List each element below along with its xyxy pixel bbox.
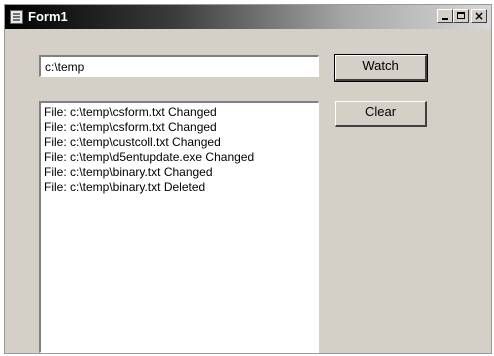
list-item[interactable]: File: c:\temp\binary.txt Deleted <box>44 180 315 195</box>
list-item[interactable]: File: c:\temp\csform.txt Changed <box>44 105 315 120</box>
clear-button[interactable]: Clear <box>335 101 427 127</box>
window-title: Form1 <box>28 9 68 24</box>
minimize-button[interactable] <box>437 9 453 23</box>
title-bar[interactable]: Form1 × <box>5 5 491 29</box>
caption-buttons: × <box>437 9 487 23</box>
maximize-icon <box>457 12 465 19</box>
close-button[interactable]: × <box>471 9 487 23</box>
list-item[interactable]: File: c:\temp\binary.txt Changed <box>44 165 315 180</box>
form1-window: Form1 × Watch Clear File: c:\temp\csform… <box>4 4 492 354</box>
close-icon: × <box>473 9 485 23</box>
minimize-icon <box>442 18 448 20</box>
change-log-list[interactable]: File: c:\temp\csform.txt Changed File: c… <box>39 101 319 353</box>
list-item[interactable]: File: c:\temp\custcoll.txt Changed <box>44 135 315 150</box>
list-item[interactable]: File: c:\temp\d5entupdate.exe Changed <box>44 150 315 165</box>
watch-button[interactable]: Watch <box>334 54 428 82</box>
form-icon[interactable] <box>10 10 23 24</box>
path-input[interactable] <box>39 55 319 77</box>
maximize-button[interactable] <box>453 9 469 23</box>
list-item[interactable]: File: c:\temp\csform.txt Changed <box>44 120 315 135</box>
